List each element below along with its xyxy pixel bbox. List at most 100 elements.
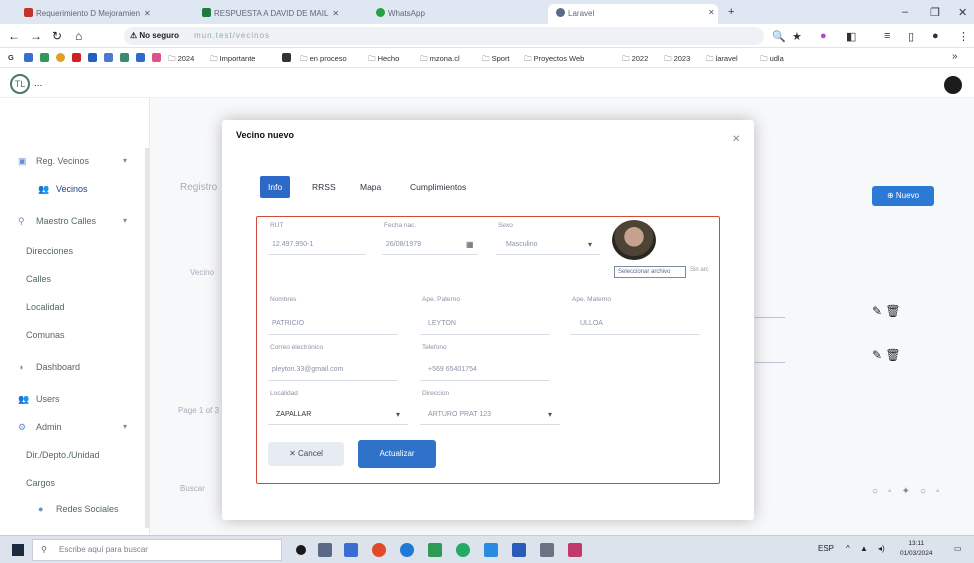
bookmark-icon[interactable] — [88, 53, 97, 62]
bookmark-icon[interactable] — [40, 53, 49, 62]
sidebar-scrollbar[interactable] — [145, 148, 149, 528]
direccion-select[interactable]: ARTURO PRAT 123 — [428, 411, 491, 418]
app-icon[interactable] — [540, 543, 554, 557]
correo-field[interactable]: pleyton.33@gmail.com — [272, 366, 343, 373]
github-icon[interactable]: ○ — [872, 486, 888, 497]
bookmark-icon[interactable] — [104, 53, 113, 62]
language-indicator[interactable]: ESP — [818, 544, 834, 553]
more-bookmarks-icon[interactable]: » — [952, 51, 958, 62]
drive-icon[interactable] — [136, 53, 145, 62]
sidebar-item-calles[interactable]: Calles — [26, 274, 51, 284]
bookmark-star-icon[interactable]: ★ — [792, 30, 802, 43]
tab-info[interactable]: Info — [260, 176, 291, 198]
sexo-select[interactable]: Masculino — [506, 241, 538, 248]
bookmark-folder[interactable]: 🗀 Hecho — [368, 53, 399, 66]
bookmark-folder[interactable]: 🗀 Proyectos Web — [524, 53, 584, 66]
chrome-icon[interactable] — [372, 543, 386, 557]
link-icon[interactable]: ◦ — [888, 486, 902, 497]
minimize-icon[interactable]: – — [902, 6, 908, 18]
explorer-icon[interactable] — [344, 543, 358, 557]
profile-icon[interactable]: ● — [932, 30, 939, 42]
zoom-icon[interactable]: 🔍 — [772, 30, 786, 43]
bookmark-folder[interactable]: 🗀 laravel — [706, 53, 738, 66]
sidebar-item-comunas[interactable]: Comunas — [26, 330, 65, 340]
sidebar-item-direcciones[interactable]: Direcciones — [26, 246, 73, 256]
bookmark-folder[interactable]: 🗀 mzona.cl — [420, 53, 460, 66]
network-icon[interactable]: ▲ — [860, 544, 868, 553]
fecha-nac-field[interactable]: 26/08/1979 — [386, 241, 421, 248]
browser-tab[interactable]: WhatsApp — [376, 8, 526, 24]
windows-start-icon[interactable] — [12, 544, 24, 556]
menu-kebab-icon[interactable]: ⋮ — [958, 30, 969, 43]
maximize-icon[interactable]: ❐ — [930, 6, 940, 19]
bookmark-folder[interactable]: 🗀 2024 — [168, 53, 194, 66]
sidebar-item-vecinos[interactable]: 👥 Vecinos — [38, 184, 88, 195]
bookmark-folder[interactable]: 🗀 2022 — [622, 53, 648, 66]
sidebar-item-maestro-calles[interactable]: ⚲ Maestro Calles ▾ — [18, 216, 127, 227]
ape-paterno-field[interactable]: LEYTON — [428, 320, 456, 327]
sidebar-item-users[interactable]: 👥 Users — [18, 394, 60, 405]
task-view-icon[interactable] — [318, 543, 332, 557]
forward-icon[interactable]: → — [30, 29, 42, 43]
browser-tab[interactable]: RESPUESTA A DAVID DE MAIL ✕ — [202, 8, 368, 24]
extension-icon[interactable]: ● — [820, 30, 827, 42]
tab-cumplimientos[interactable]: Cumplimientos — [410, 176, 466, 198]
chevron-down-icon[interactable]: ▾ — [548, 410, 552, 419]
window-close-icon[interactable]: ✕ — [958, 6, 967, 19]
new-tab-icon[interactable]: + — [728, 6, 734, 18]
bookmark-folder[interactable]: 🗀 2023 — [664, 53, 690, 66]
sidepanel-icon[interactable]: ▯ — [908, 30, 914, 43]
avatar[interactable] — [944, 76, 962, 94]
sidebar-item-dashboard[interactable]: ◑ Dashboard — [18, 362, 80, 372]
browser-tab-active[interactable]: Laravel ✕ — [548, 4, 718, 24]
tab-mapa[interactable]: Mapa — [360, 176, 381, 198]
reload-icon[interactable]: ↻ — [52, 29, 62, 43]
media-icon[interactable]: ≡ — [884, 30, 890, 42]
rut-field[interactable]: 12.497.950-1 — [272, 241, 313, 248]
bookmark-folder[interactable]: 🗀 Sport — [482, 53, 510, 66]
update-button[interactable]: Actualizar — [358, 440, 436, 468]
volume-icon[interactable]: ◂) — [878, 544, 885, 553]
browser-tab[interactable]: Requerimiento D Mejoramien ✕ — [24, 8, 194, 24]
bookmark-icon[interactable] — [120, 53, 129, 62]
select-file-button[interactable]: Seleccionar archivo — [614, 266, 686, 278]
trash-icon[interactable]: 🗑 — [885, 348, 900, 362]
calendar-icon[interactable]: ▦ — [466, 240, 474, 249]
app-logo[interactable]: TL — [10, 74, 30, 94]
tray-chevron-icon[interactable]: ^ — [846, 544, 850, 553]
chevron-down-icon[interactable]: ▾ — [396, 410, 400, 419]
taskbar-search-input[interactable]: ⚲ Escribe aquí para buscar — [32, 539, 282, 561]
vscode-icon[interactable] — [484, 543, 498, 557]
puzzle-icon[interactable]: ◧ — [846, 30, 856, 43]
localidad-select[interactable]: ZAPALLAR — [276, 411, 311, 418]
close-icon[interactable]: ✕ — [332, 9, 339, 18]
sidebar-item-reg-vecinos[interactable]: ▣ Reg. Vecinos ▾ — [18, 156, 127, 167]
bookmark-icon[interactable] — [24, 53, 33, 62]
bookmark-folder[interactable]: 🗀 en proceso — [300, 53, 347, 66]
instagram-icon[interactable] — [152, 53, 161, 62]
whatsapp-icon[interactable] — [456, 543, 470, 557]
chevron-down-icon[interactable]: ▾ — [588, 240, 592, 249]
close-icon[interactable]: ✕ — [144, 9, 151, 18]
ape-materno-field[interactable]: ULLOA — [580, 320, 603, 327]
sidebar-item-dir-depto-unidad[interactable]: Dir./Depto./Unidad — [26, 450, 100, 460]
modal-close-icon[interactable]: ✕ — [732, 134, 740, 145]
edge-icon[interactable] — [400, 543, 414, 557]
word-icon[interactable] — [512, 543, 526, 557]
app-icon[interactable] — [568, 543, 582, 557]
trash-icon[interactable]: 🗑 — [885, 304, 900, 318]
edit-pencil-icon[interactable]: ✎ — [872, 304, 882, 318]
info-icon[interactable]: ◦ — [936, 486, 950, 497]
maps-icon[interactable] — [56, 53, 65, 62]
back-icon[interactable]: ← — [8, 29, 20, 43]
bookmark-folder[interactable]: 🗀 Importante — [210, 53, 255, 66]
cancel-button[interactable]: ✕ Cancel — [268, 442, 344, 466]
google-icon[interactable]: G — [8, 53, 14, 62]
edit-pencil-icon[interactable]: ✎ — [872, 348, 882, 362]
notifications-icon[interactable]: ▭ — [954, 544, 962, 553]
share-icon[interactable]: ○ — [920, 486, 936, 497]
nombres-field[interactable]: PATRICIO — [272, 320, 304, 327]
sidebar-item-admin[interactable]: ⚙ Admin ▾ — [18, 422, 127, 433]
youtube-icon[interactable] — [72, 53, 81, 62]
bookmark-folder[interactable]: 🗀 udla — [760, 53, 784, 66]
